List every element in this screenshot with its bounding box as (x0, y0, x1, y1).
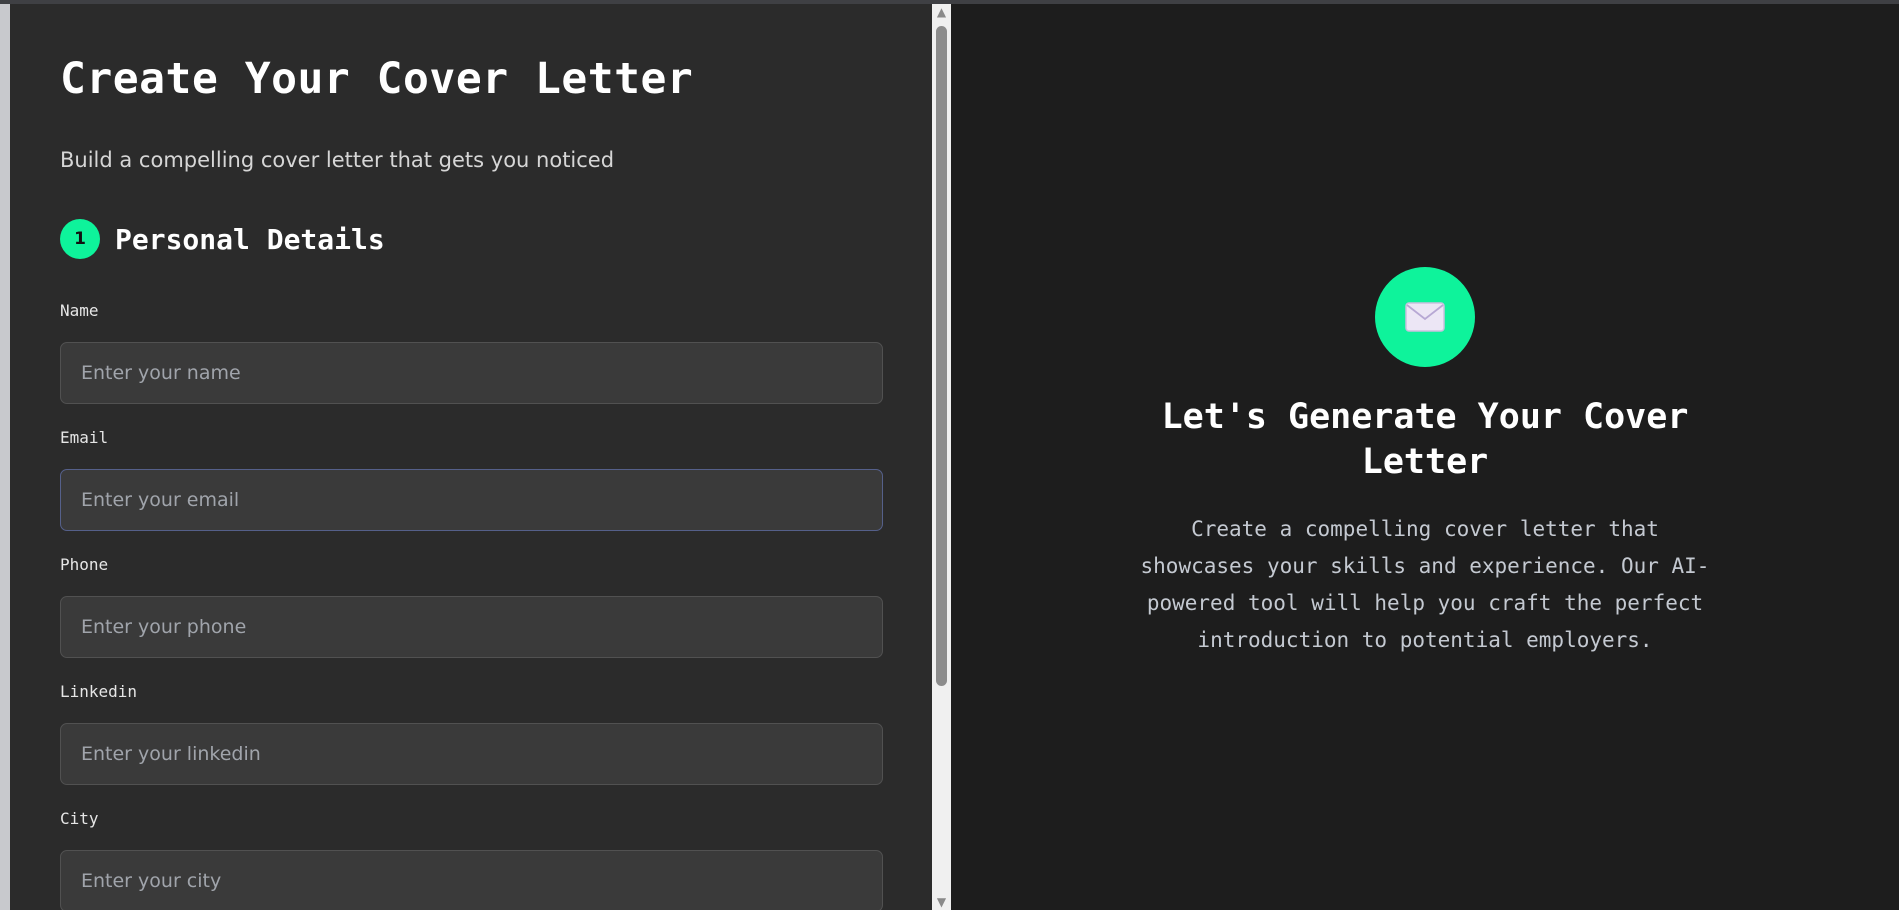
linkedin-label: Linkedin (60, 682, 138, 701)
form-scrollbar[interactable]: ▲ ▼ (932, 4, 951, 910)
scroll-up-arrow-icon[interactable]: ▲ (935, 6, 948, 18)
phone-label: Phone (60, 555, 109, 574)
page-title: Create Your Cover Letter (60, 54, 694, 104)
phone-input[interactable] (60, 596, 883, 658)
email-field-group: Email (60, 428, 883, 531)
scrollbar-thumb[interactable] (936, 26, 947, 686)
linkedin-input[interactable] (60, 723, 883, 785)
page-subtitle: Build a compelling cover letter that get… (60, 148, 615, 172)
section-header-personal-details: 1 Personal Details (60, 219, 385, 259)
step-number-badge: 1 (60, 219, 100, 259)
name-field-group: Name (60, 301, 883, 404)
form-panel: Create Your Cover Letter Build a compell… (10, 4, 932, 910)
city-label: City (60, 809, 99, 828)
email-label: Email (60, 428, 109, 447)
city-input[interactable] (60, 850, 883, 910)
section-title: Personal Details (115, 222, 385, 256)
name-label: Name (60, 301, 99, 320)
window-left-edge (0, 4, 10, 910)
name-input[interactable] (60, 342, 883, 404)
email-input[interactable] (60, 469, 883, 531)
preview-description: Create a compelling cover letter that sh… (1140, 517, 1710, 652)
linkedin-field-group: Linkedin (60, 682, 883, 785)
envelope-icon-circle (1375, 267, 1475, 367)
city-field-group: City (60, 809, 883, 910)
envelope-icon (1405, 302, 1445, 332)
empty-state: Let's Generate Your Cover Letter Create … (951, 267, 1899, 659)
phone-field-group: Phone (60, 555, 883, 658)
preview-title: Let's Generate Your Cover Letter (1161, 397, 1689, 482)
scroll-down-arrow-icon[interactable]: ▼ (935, 896, 948, 908)
preview-panel: Let's Generate Your Cover Letter Create … (951, 4, 1899, 910)
